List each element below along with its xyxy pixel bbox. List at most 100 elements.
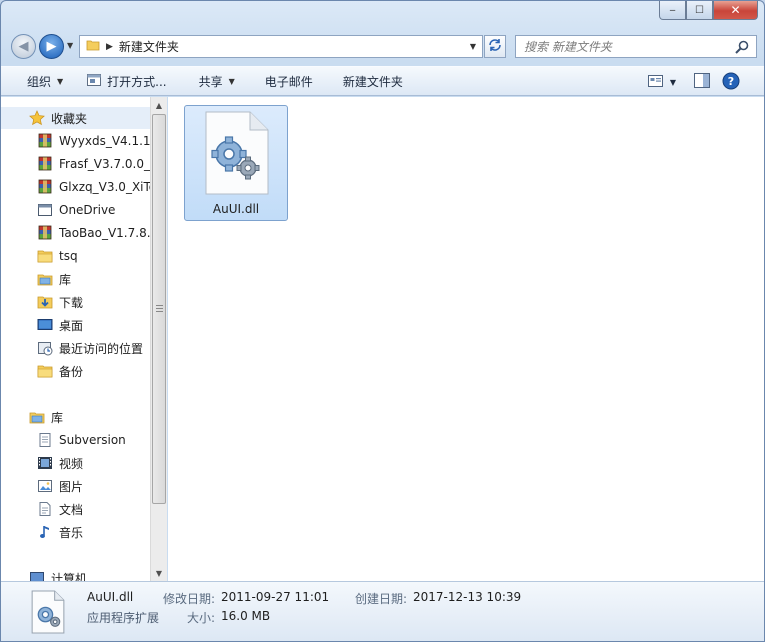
open-with-label: 打开方式...: [107, 74, 167, 89]
picture-icon: [37, 478, 53, 494]
forward-arrow-icon: ▶: [46, 39, 57, 54]
view-icon: [647, 74, 664, 91]
sidebar-item-favorite-9[interactable]: 最近访问的位置: [1, 337, 151, 359]
size-label: 大小:: [187, 611, 216, 625]
sidebar-item-label: Subversion: [59, 433, 126, 447]
sidebar-item-library-4[interactable]: 音乐: [1, 521, 151, 543]
back-button[interactable]: ◀: [11, 34, 36, 59]
search-box[interactable]: 搜索 新建文件夹: [515, 35, 757, 58]
sidebar-item-label: Frasf_V3.7.0.0_Xi: [59, 157, 151, 171]
sidebar-item-label: Glxzq_V3.0_XiTo: [59, 180, 151, 194]
email-label: 电子邮件: [264, 74, 313, 89]
sidebar-item-label: 桌面: [59, 318, 84, 333]
sidebar-item-favorite-3[interactable]: OneDrive: [1, 199, 151, 221]
close-button[interactable]: ✕: [713, 1, 758, 20]
breadcrumb-separator-icon[interactable]: ▶: [106, 42, 113, 52]
change-view-button[interactable]: [644, 69, 668, 95]
details-file-type: 应用程序扩展: [87, 611, 160, 625]
created-date-value: 2017-12-13 10:39: [413, 590, 522, 604]
sidebar-item-favorite-5[interactable]: tsq: [1, 245, 151, 267]
sidebar-item-favorite-1[interactable]: Frasf_V3.7.0.0_Xi: [1, 153, 151, 175]
sidebar-item-library-0[interactable]: Subversion: [1, 429, 151, 451]
caption-buttons: ‒ ☐ ✕: [659, 1, 758, 20]
sidebar-item-favorite-4[interactable]: TaoBao_V1.7.8.: [1, 222, 151, 244]
library-icon: [37, 271, 53, 287]
folder-icon: [37, 248, 53, 264]
open-with-button[interactable]: 打开方式...: [79, 68, 174, 94]
library-icon: [29, 409, 45, 425]
file-name-label: AuUI.dll: [212, 202, 260, 216]
share-button[interactable]: 共享 ▼: [191, 68, 243, 94]
sidebar-item-favorite-7[interactable]: 下载: [1, 291, 151, 313]
recent-places-icon: [37, 340, 53, 356]
navigation-pane-scrollbar[interactable]: ▲ ▼: [150, 97, 167, 581]
file-item-auui-dll[interactable]: AuUI.dll: [184, 105, 288, 221]
maximize-button[interactable]: ☐: [686, 1, 713, 20]
sidebar-computer-header[interactable]: 计算机: [1, 567, 151, 581]
refresh-button[interactable]: [484, 35, 506, 58]
grip-icon: [156, 305, 163, 312]
sidebar-item-label: OneDrive: [59, 203, 116, 217]
sidebar-item-label: 计算机: [51, 571, 88, 582]
winrar-icon: [37, 133, 53, 149]
share-label: 共享: [198, 74, 223, 89]
sidebar-item-label: TaoBao_V1.7.8.: [59, 226, 151, 240]
email-button[interactable]: 电子邮件: [257, 68, 321, 94]
winrar-icon: [37, 179, 53, 195]
refresh-icon: [488, 38, 502, 56]
new-folder-button[interactable]: 新建文件夹: [335, 68, 411, 94]
maximize-icon: ☐: [695, 4, 704, 16]
more-views-dropdown[interactable]: ▼: [668, 69, 686, 95]
modified-date-value: 2011-09-27 11:01: [221, 590, 330, 604]
scroll-up-arrow-icon[interactable]: ▲: [151, 97, 167, 113]
sidebar-item-favorite-8[interactable]: 桌面: [1, 314, 151, 336]
sidebar-item-label: 最近访问的位置: [59, 341, 144, 356]
organize-button[interactable]: 组织 ▼: [19, 68, 71, 94]
download-folder-icon: [37, 294, 53, 310]
folder-icon: [86, 38, 100, 55]
music-icon: [37, 524, 53, 540]
sidebar-item-library-3[interactable]: 文档: [1, 498, 151, 520]
sidebar-item-label: 视频: [59, 456, 84, 471]
sidebar-item-favorite-0[interactable]: Wyyxds_V4.1.1.1: [1, 130, 151, 152]
new-folder-label: 新建文件夹: [342, 74, 403, 89]
file-list-area[interactable]: AuUI.dll: [168, 97, 764, 581]
command-bar: 组织 ▼ 打开方式... 共享 ▼ 电子邮件 新建文件夹 ▼ ?: [1, 66, 764, 96]
open-with-icon: [87, 73, 102, 89]
dll-file-icon: [204, 110, 270, 199]
scrollbar-thumb[interactable]: [152, 114, 166, 504]
explorer-window: ‒ ☐ ✕ ◀ ▶ ▼ ▶ 新建文件夹 ▼ 搜索 新建文件夹 组织 ▼ 打开方式…: [0, 0, 765, 642]
help-button[interactable]: ?: [718, 69, 744, 95]
sidebar-item-favorite-10[interactable]: 备份: [1, 360, 151, 382]
minimize-button[interactable]: ‒: [659, 1, 686, 20]
address-history-dropdown[interactable]: ▼: [470, 42, 476, 51]
search-input[interactable]: 搜索 新建文件夹: [524, 38, 612, 55]
sidebar-libraries-header[interactable]: 库: [1, 406, 151, 428]
dll-file-icon: [31, 590, 65, 637]
view-controls: ▼ ?: [644, 69, 744, 95]
sidebar-item-library-2[interactable]: 图片: [1, 475, 151, 497]
star-icon: [29, 110, 45, 126]
sidebar-item-favorite-6[interactable]: 库: [1, 268, 151, 290]
sidebar-item-favorite-2[interactable]: Glxzq_V3.0_XiTo: [1, 176, 151, 198]
svg-text:?: ?: [728, 75, 734, 88]
sidebar-item-label: 文档: [59, 502, 84, 517]
computer-icon: [29, 570, 45, 581]
winrar-icon: [37, 156, 53, 172]
scroll-down-arrow-icon[interactable]: ▼: [151, 565, 167, 581]
forward-button[interactable]: ▶: [39, 34, 64, 59]
details-file-name: AuUI.dll: [87, 590, 134, 604]
sidebar-item-library-1[interactable]: 视频: [1, 452, 151, 474]
help-icon: ?: [722, 72, 740, 93]
address-bar[interactable]: ▶ 新建文件夹 ▼: [79, 35, 483, 58]
breadcrumb-new-folder[interactable]: 新建文件夹: [119, 38, 179, 55]
preview-pane-icon: [694, 73, 710, 91]
search-icon[interactable]: [734, 39, 750, 58]
organize-label: 组织: [27, 74, 52, 89]
recent-pages-dropdown[interactable]: ▼: [67, 41, 73, 50]
preview-pane-button[interactable]: [686, 69, 718, 95]
sidebar-favorites-header[interactable]: 收藏夹: [1, 107, 151, 129]
sidebar-item-label: Wyyxds_V4.1.1.1: [59, 134, 151, 148]
document-library-icon: [37, 432, 53, 448]
sidebar-item-label: 收藏夹: [51, 111, 88, 126]
